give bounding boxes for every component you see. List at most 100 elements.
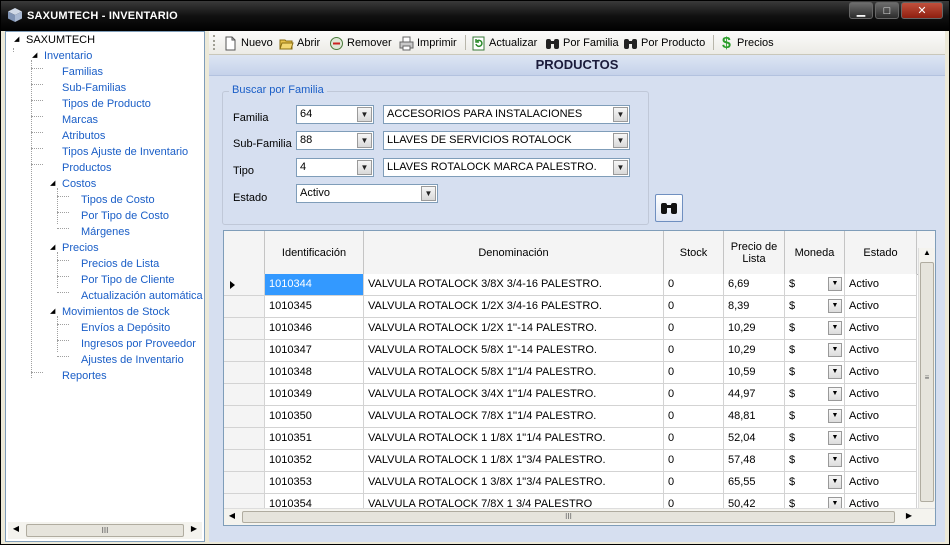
- table-row[interactable]: 1010350 VALVULA ROTALOCK 7/8X 1''1/4 PALE…: [224, 406, 935, 428]
- cell-estado[interactable]: Activo: [845, 406, 917, 428]
- table-row[interactable]: 1010351 VALVULA ROTALOCK 1 1/8X 1''1/4 PA…: [224, 428, 935, 450]
- toolbar-grip[interactable]: [213, 35, 218, 50]
- tree-item-reportes[interactable]: Reportes: [62, 368, 107, 384]
- cell-precio[interactable]: 10,59: [724, 362, 785, 384]
- cell-moneda[interactable]: $ ▼: [785, 428, 845, 450]
- cell-moneda[interactable]: $ ▼: [785, 362, 845, 384]
- cell-precio[interactable]: 65,55: [724, 472, 785, 494]
- cell-identificacion[interactable]: 1010350: [265, 406, 364, 428]
- grid-horizontal-scrollbar[interactable]: ◀ III ▶: [224, 508, 935, 525]
- cell-denominacion[interactable]: VALVULA ROTALOCK 3/8X 3/4-16 PALESTRO.: [364, 274, 664, 296]
- nuevo-button[interactable]: Nuevo: [223, 34, 273, 52]
- tree-item-inventario[interactable]: Inventario: [44, 48, 92, 64]
- cell-moneda[interactable]: $ ▼: [785, 472, 845, 494]
- tree-item-envios[interactable]: Envíos a Depósito: [81, 320, 170, 336]
- cell-stock[interactable]: 0: [664, 406, 724, 428]
- chevron-down-icon[interactable]: ▼: [828, 453, 842, 467]
- cell-precio[interactable]: 6,69: [724, 274, 785, 296]
- tree-item-movimientos[interactable]: Movimientos de Stock: [62, 304, 170, 320]
- cell-denominacion[interactable]: VALVULA ROTALOCK 1/2X 3/4-16 PALESTRO.: [364, 296, 664, 318]
- scroll-left-icon[interactable]: ◀: [226, 511, 238, 520]
- column-header-identificacion[interactable]: Identificación: [265, 231, 364, 274]
- cell-estado[interactable]: Activo: [845, 450, 917, 472]
- cell-identificacion[interactable]: 1010349: [265, 384, 364, 406]
- table-row[interactable]: 1010344 VALVULA ROTALOCK 3/8X 3/4-16 PALE…: [224, 274, 935, 296]
- scroll-thumb[interactable]: III: [26, 524, 184, 537]
- collapse-icon[interactable]: ◢: [50, 308, 57, 315]
- cell-denominacion[interactable]: VALVULA ROTALOCK 1 1/8X 1''3/4 PALESTRO.: [364, 450, 664, 472]
- tree-item-tipos-producto[interactable]: Tipos de Producto: [62, 96, 151, 112]
- scroll-left-icon[interactable]: ◀: [10, 524, 22, 533]
- scroll-right-icon[interactable]: ▶: [188, 524, 200, 533]
- chevron-down-icon[interactable]: ▼: [828, 277, 842, 291]
- cell-identificacion[interactable]: 1010344: [265, 274, 364, 296]
- cell-stock[interactable]: 0: [664, 472, 724, 494]
- row-header[interactable]: [224, 472, 265, 494]
- cell-identificacion[interactable]: 1010346: [265, 318, 364, 340]
- column-header-estado[interactable]: Estado: [845, 231, 917, 274]
- search-button[interactable]: [655, 194, 683, 222]
- cell-identificacion[interactable]: 1010348: [265, 362, 364, 384]
- table-row[interactable]: 1010347 VALVULA ROTALOCK 5/8X 1''-14 PALE…: [224, 340, 935, 362]
- cell-estado[interactable]: Activo: [845, 428, 917, 450]
- tree-root-saxumtech[interactable]: SAXUMTECH: [26, 32, 95, 48]
- row-header[interactable]: [224, 340, 265, 362]
- cell-identificacion[interactable]: 1010345: [265, 296, 364, 318]
- row-header[interactable]: [224, 274, 265, 296]
- cell-identificacion[interactable]: 1010352: [265, 450, 364, 472]
- scroll-thumb[interactable]: ≡: [920, 262, 934, 502]
- chevron-down-icon[interactable]: ▼: [828, 365, 842, 379]
- table-row[interactable]: 1010353 VALVULA ROTALOCK 1 3/8X 1''3/4 PA…: [224, 472, 935, 494]
- minimize-button[interactable]: ▁: [849, 2, 873, 19]
- chevron-down-icon[interactable]: ▼: [828, 387, 842, 401]
- cell-precio[interactable]: 8,39: [724, 296, 785, 318]
- cell-estado[interactable]: Activo: [845, 340, 917, 362]
- table-row[interactable]: 1010352 VALVULA ROTALOCK 1 1/8X 1''3/4 PA…: [224, 450, 935, 472]
- cell-denominacion[interactable]: VALVULA ROTALOCK 5/8X 1''-14 PALESTRO.: [364, 340, 664, 362]
- cell-identificacion[interactable]: 1010351: [265, 428, 364, 450]
- cell-stock[interactable]: 0: [664, 318, 724, 340]
- tree-item-precios-lista[interactable]: Precios de Lista: [81, 256, 159, 272]
- actualizar-button[interactable]: Actualizar: [471, 34, 537, 52]
- column-header-moneda[interactable]: Moneda: [785, 231, 845, 274]
- cell-stock[interactable]: 0: [664, 340, 724, 362]
- cell-precio[interactable]: 10,29: [724, 340, 785, 362]
- chevron-down-icon[interactable]: ▼: [828, 431, 842, 445]
- subfamilia-name-combo[interactable]: LLAVES DE SERVICIOS ROTALOCK ▼: [383, 131, 630, 150]
- cell-stock[interactable]: 0: [664, 450, 724, 472]
- cell-moneda[interactable]: $ ▼: [785, 406, 845, 428]
- table-row[interactable]: 1010345 VALVULA ROTALOCK 1/2X 3/4-16 PALE…: [224, 296, 935, 318]
- row-header[interactable]: [224, 318, 265, 340]
- tree-item-por-tipo-cliente[interactable]: Por Tipo de Cliente: [81, 272, 175, 288]
- scroll-right-icon[interactable]: ▶: [903, 511, 915, 520]
- cell-estado[interactable]: Activo: [845, 472, 917, 494]
- collapse-icon[interactable]: ◢: [14, 36, 21, 43]
- imprimir-button[interactable]: Imprimir: [399, 34, 457, 52]
- cell-stock[interactable]: 0: [664, 384, 724, 406]
- cell-denominacion[interactable]: VALVULA ROTALOCK 3/4X 1''1/4 PALESTRO.: [364, 384, 664, 406]
- scroll-up-icon[interactable]: ▲: [919, 248, 935, 257]
- por-producto-button[interactable]: Por Producto: [623, 34, 705, 52]
- tipo-code-combo[interactable]: 4 ▼: [296, 158, 374, 177]
- collapse-icon[interactable]: ◢: [50, 180, 57, 187]
- estado-combo[interactable]: Activo ▼: [296, 184, 438, 203]
- chevron-down-icon[interactable]: ▼: [828, 299, 842, 313]
- column-header-stock[interactable]: Stock: [664, 231, 724, 274]
- tree-item-atributos[interactable]: Atributos: [62, 128, 105, 144]
- tree-item-margenes[interactable]: Márgenes: [81, 224, 130, 240]
- cell-stock[interactable]: 0: [664, 362, 724, 384]
- tree-item-familias[interactable]: Familias: [62, 64, 103, 80]
- tree-item-actualizacion[interactable]: Actualización automática: [81, 288, 203, 304]
- cell-precio[interactable]: 44,97: [724, 384, 785, 406]
- row-header[interactable]: [224, 406, 265, 428]
- row-header[interactable]: [224, 450, 265, 472]
- chevron-down-icon[interactable]: ▼: [828, 321, 842, 335]
- cell-stock[interactable]: 0: [664, 428, 724, 450]
- tree-item-costos[interactable]: Costos: [62, 176, 96, 192]
- cell-moneda[interactable]: $ ▼: [785, 274, 845, 296]
- row-header[interactable]: [224, 384, 265, 406]
- cell-stock[interactable]: 0: [664, 296, 724, 318]
- collapse-icon[interactable]: ◢: [50, 244, 57, 251]
- remover-button[interactable]: Remover: [329, 34, 392, 52]
- cell-identificacion[interactable]: 1010353: [265, 472, 364, 494]
